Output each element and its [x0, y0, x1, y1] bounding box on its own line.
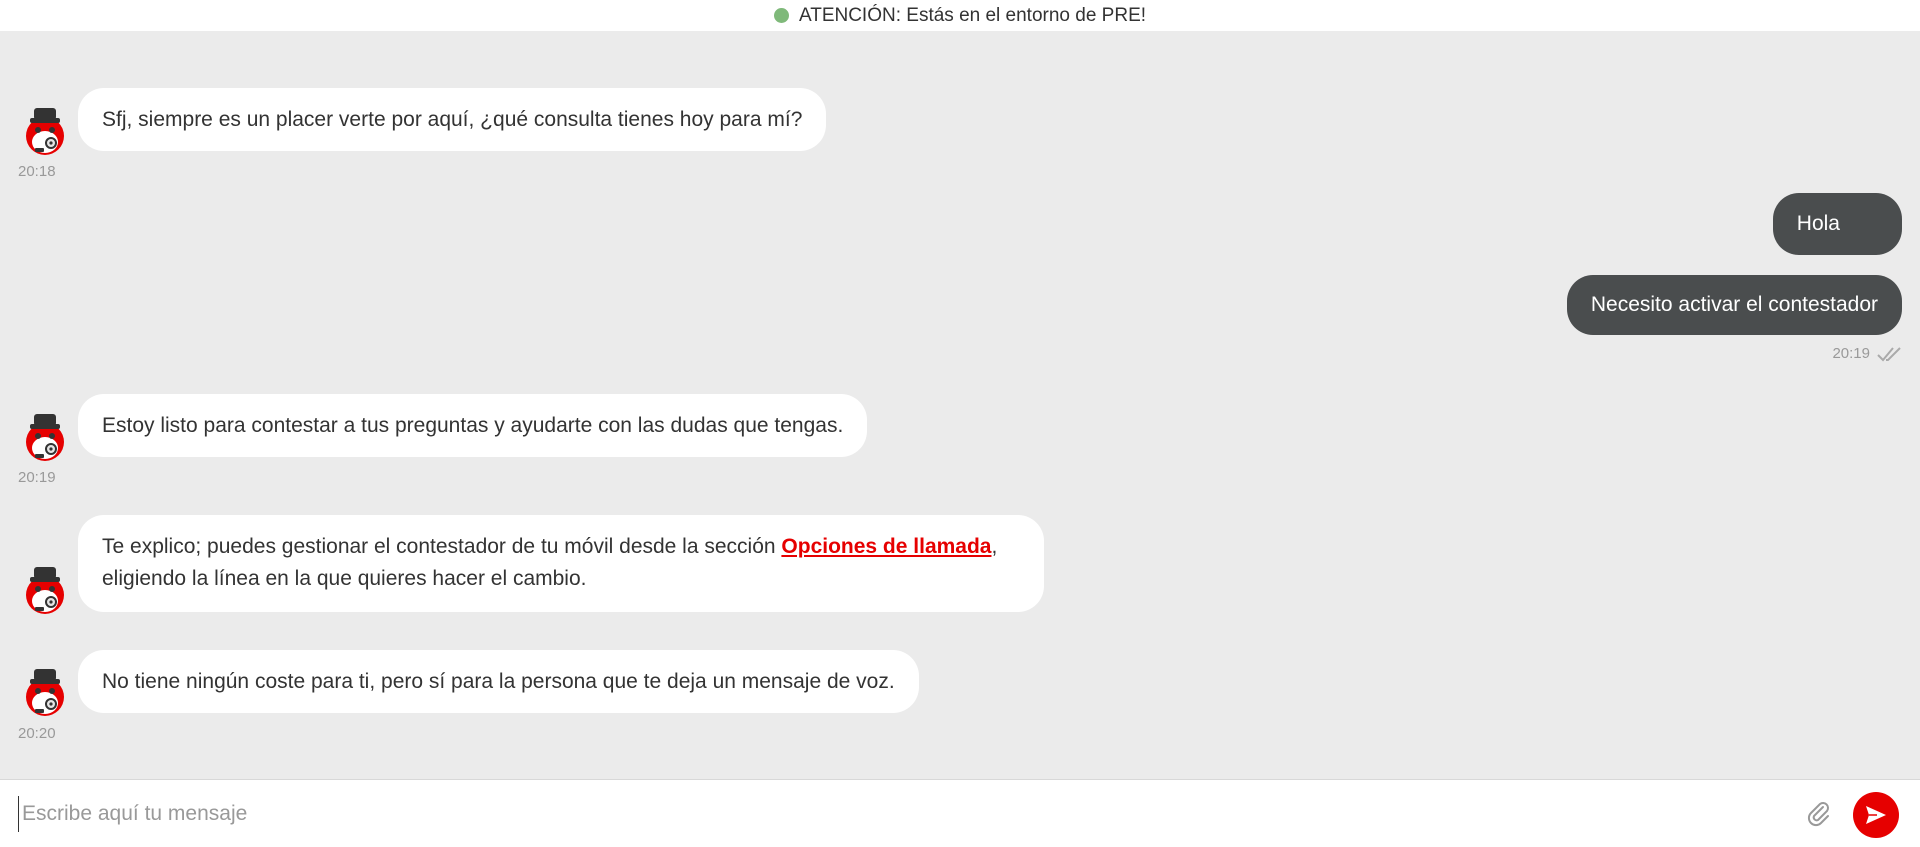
bot-avatar-icon [20, 565, 70, 615]
message-composer [0, 779, 1920, 847]
message-timestamp: 20:19 [1832, 345, 1870, 362]
bot-message-bubble: Te explico; puedes gestionar el contesta… [78, 515, 1044, 612]
message-timestamp: 20:20 [18, 725, 56, 742]
user-message-bubble: Necesito activar el contestador [1566, 275, 1902, 335]
chat-history[interactable]: Sfj, siempre es un placer verte por aquí… [0, 31, 1920, 779]
bot-message-bubble: No tiene ningún coste para ti, pero sí p… [78, 650, 919, 713]
send-icon [1866, 806, 1886, 824]
call-options-link[interactable]: Opciones de llamada [781, 535, 991, 558]
bot-message-text: Te explico; puedes gestionar el contesta… [102, 535, 782, 558]
bot-message-text: Sfj, siempre es un placer verte por aquí… [102, 107, 803, 131]
environment-banner: ATENCIÓN: Estás en el entorno de PRE! [0, 0, 1920, 31]
message-timestamp: 20:19 [18, 469, 56, 486]
bot-avatar-icon [20, 106, 70, 156]
banner-text: ATENCIÓN: Estás en el entorno de PRE! [798, 4, 1147, 26]
bot-message-text: Estoy listo para contestar a tus pregunt… [102, 413, 844, 437]
bot-avatar-icon [20, 667, 70, 717]
user-message-text: Hola [1796, 212, 1840, 235]
message-input[interactable] [18, 796, 1804, 832]
message-timestamp: 20:18 [18, 163, 56, 180]
paperclip-icon[interactable] [1806, 800, 1832, 828]
send-button[interactable] [1853, 792, 1899, 838]
user-message-text: Necesito activar el contestador [1590, 293, 1878, 316]
bot-message-text: No tiene ningún coste para ti, pero sí p… [102, 669, 895, 693]
status-dot-icon [773, 8, 789, 23]
bot-message-bubble: Estoy listo para contestar a tus pregunt… [78, 394, 868, 457]
bot-avatar-icon [20, 412, 70, 462]
bot-message-bubble: Sfj, siempre es un placer verte por aquí… [78, 88, 827, 151]
user-message-bubble: Hola [1772, 193, 1902, 255]
double-check-icon [1877, 347, 1901, 362]
